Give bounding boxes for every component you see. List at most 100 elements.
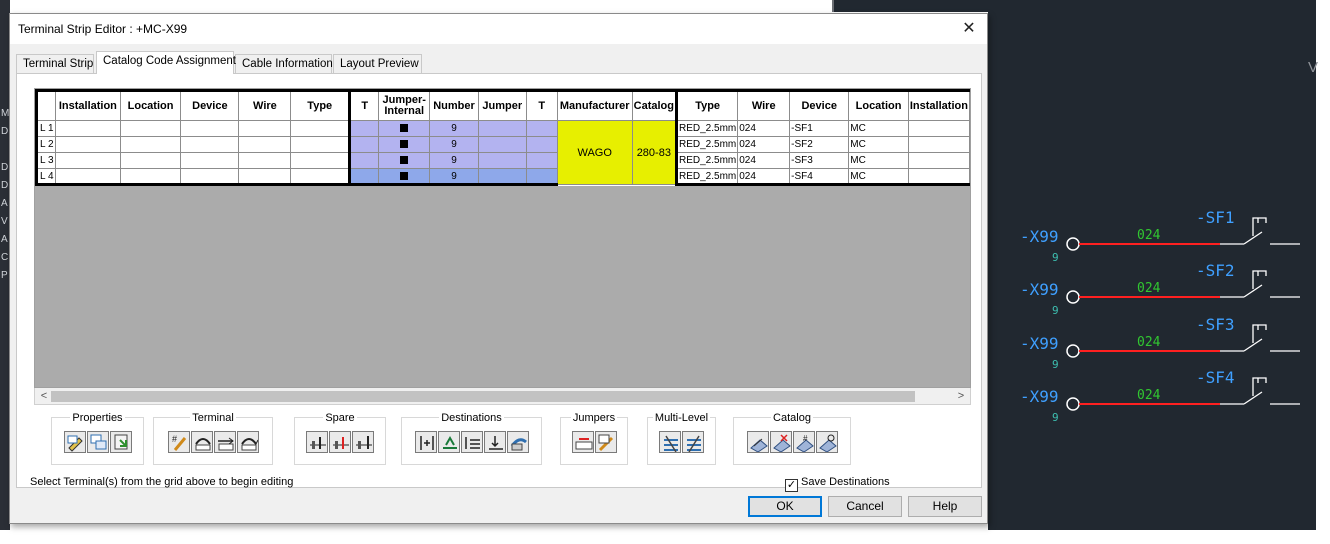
move-terminal-icon[interactable] (213, 431, 236, 453)
row-header[interactable]: L 2 (35, 136, 56, 153)
cell-number[interactable]: 9 (429, 168, 479, 186)
cell-t[interactable] (349, 136, 380, 153)
cell-type[interactable] (290, 168, 352, 186)
cell-device[interactable] (180, 152, 240, 169)
col-header-t-left[interactable]: T (349, 89, 380, 121)
cell-device[interactable] (180, 136, 240, 153)
table-row[interactable]: L 3 9 RED_2.5mm 024 -SF3 MC (35, 152, 970, 169)
cell-installation-right[interactable] (907, 152, 970, 169)
cell-location[interactable] (119, 136, 182, 153)
table-row[interactable]: L 2 9 RED_2.5mm 024 -SF2 MC (35, 136, 970, 153)
cell-location[interactable] (119, 152, 182, 169)
cell-t[interactable] (349, 152, 380, 169)
cell-device-right[interactable]: -SF1 (789, 120, 850, 137)
cell-jumper[interactable] (477, 168, 527, 186)
add-jumper-icon[interactable] (571, 431, 594, 453)
add-spare-icon[interactable] (306, 431, 328, 453)
cell-device-right[interactable]: -SF2 (789, 136, 850, 153)
cell-manufacturer[interactable]: WAGO (556, 120, 633, 185)
close-icon[interactable]: ✕ (951, 14, 987, 44)
cell-t[interactable] (525, 168, 558, 186)
tab-layout-preview[interactable]: Layout Preview (333, 54, 422, 74)
cell-location[interactable] (119, 168, 182, 186)
col-header-jumper[interactable]: Jumper (477, 89, 527, 121)
scroll-left-icon[interactable]: < (37, 389, 51, 403)
cell-installation[interactable] (54, 168, 121, 186)
assign-catalog-icon[interactable] (746, 431, 769, 453)
save-destinations-checkbox[interactable]: ✓ Save Destinations (785, 476, 890, 492)
cell-installation-right[interactable] (907, 120, 970, 137)
reverse-terminal-icon[interactable] (190, 431, 213, 453)
cell-wire[interactable] (238, 168, 292, 186)
cell-installation[interactable] (54, 120, 121, 137)
cell-jumper-internal[interactable] (378, 120, 431, 137)
cell-wire-right[interactable]: 024 (737, 120, 791, 137)
split-level-icon[interactable] (659, 431, 681, 453)
cell-jumper-internal[interactable] (378, 168, 431, 186)
cell-device-right[interactable]: -SF3 (789, 152, 850, 169)
lookup-catalog-icon[interactable] (815, 431, 838, 453)
cell-installation-right[interactable] (907, 136, 970, 153)
merge-level-icon[interactable] (682, 431, 704, 453)
grid-corner[interactable] (35, 89, 56, 121)
cell-location-right[interactable]: MC (848, 120, 909, 137)
col-header-manufacturer[interactable]: Manufacturer (556, 89, 633, 121)
cell-type-right[interactable]: RED_2.5mm (675, 152, 739, 169)
cell-device[interactable] (180, 168, 240, 186)
cell-jumper[interactable] (477, 136, 527, 153)
cell-wire[interactable] (238, 152, 292, 169)
cell-wire-right[interactable]: 024 (737, 152, 791, 169)
help-button[interactable]: Help (908, 496, 982, 517)
scrollbar-thumb[interactable] (51, 391, 915, 402)
cell-jumper[interactable] (477, 152, 527, 169)
col-header-wire[interactable]: Wire (238, 89, 292, 121)
cell-wire[interactable] (238, 120, 292, 137)
cell-jumper[interactable] (477, 120, 527, 137)
col-header-type[interactable]: Type (290, 89, 352, 121)
tab-catalog-code-assignment[interactable]: Catalog Code Assignment (96, 51, 236, 74)
cell-location-right[interactable]: MC (848, 168, 909, 186)
destination-down-icon[interactable] (483, 431, 506, 453)
cell-type[interactable] (290, 152, 352, 169)
checkbox-check-icon[interactable]: ✓ (785, 479, 798, 492)
col-header-type-right[interactable]: Type (675, 89, 739, 121)
cell-wire[interactable] (238, 136, 292, 153)
col-header-location-right[interactable]: Location (848, 89, 909, 121)
paste-properties-icon[interactable] (109, 431, 132, 453)
scroll-right-icon[interactable]: > (954, 389, 968, 403)
cell-number[interactable]: 9 (429, 152, 479, 169)
col-header-catalog[interactable]: Catalog (631, 89, 679, 121)
cell-t[interactable] (349, 168, 380, 186)
cell-number[interactable]: 9 (429, 136, 479, 153)
col-header-installation[interactable]: Installation (54, 89, 121, 121)
spare-after-icon[interactable] (352, 431, 374, 453)
cell-t[interactable] (525, 136, 558, 153)
col-header-location[interactable]: Location (119, 89, 182, 121)
cell-type-right[interactable]: RED_2.5mm (675, 168, 739, 186)
col-header-installation-right[interactable]: Installation (907, 89, 970, 121)
cell-installation-right[interactable] (907, 168, 970, 186)
cell-t[interactable] (525, 120, 558, 137)
col-header-device-right[interactable]: Device (789, 89, 850, 121)
cell-location-right[interactable]: MC (848, 136, 909, 153)
delete-catalog-icon[interactable] (769, 431, 792, 453)
cell-installation[interactable] (54, 136, 121, 153)
cell-type-right[interactable]: RED_2.5mm (675, 136, 739, 153)
cell-installation[interactable] (54, 152, 121, 169)
tab-cable-information[interactable]: Cable Information (235, 54, 333, 74)
edit-jumper-icon[interactable] (594, 431, 617, 453)
copy-properties-icon[interactable] (86, 431, 109, 453)
cell-jumper-internal[interactable] (378, 152, 431, 169)
cell-device[interactable] (180, 120, 240, 137)
cell-type[interactable] (290, 120, 352, 137)
col-header-t-right[interactable]: T (525, 89, 558, 121)
edit-terminal-icon[interactable]: # (167, 431, 190, 453)
col-header-device[interactable]: Device (180, 89, 240, 121)
cell-wire-right[interactable]: 024 (737, 136, 791, 153)
cell-type[interactable] (290, 136, 352, 153)
cell-number[interactable]: 9 (429, 120, 479, 137)
cell-wire-right[interactable]: 024 (737, 168, 791, 186)
move-destination-icon[interactable] (414, 431, 437, 453)
col-header-wire-right[interactable]: Wire (737, 89, 791, 121)
cell-location[interactable] (119, 120, 182, 137)
